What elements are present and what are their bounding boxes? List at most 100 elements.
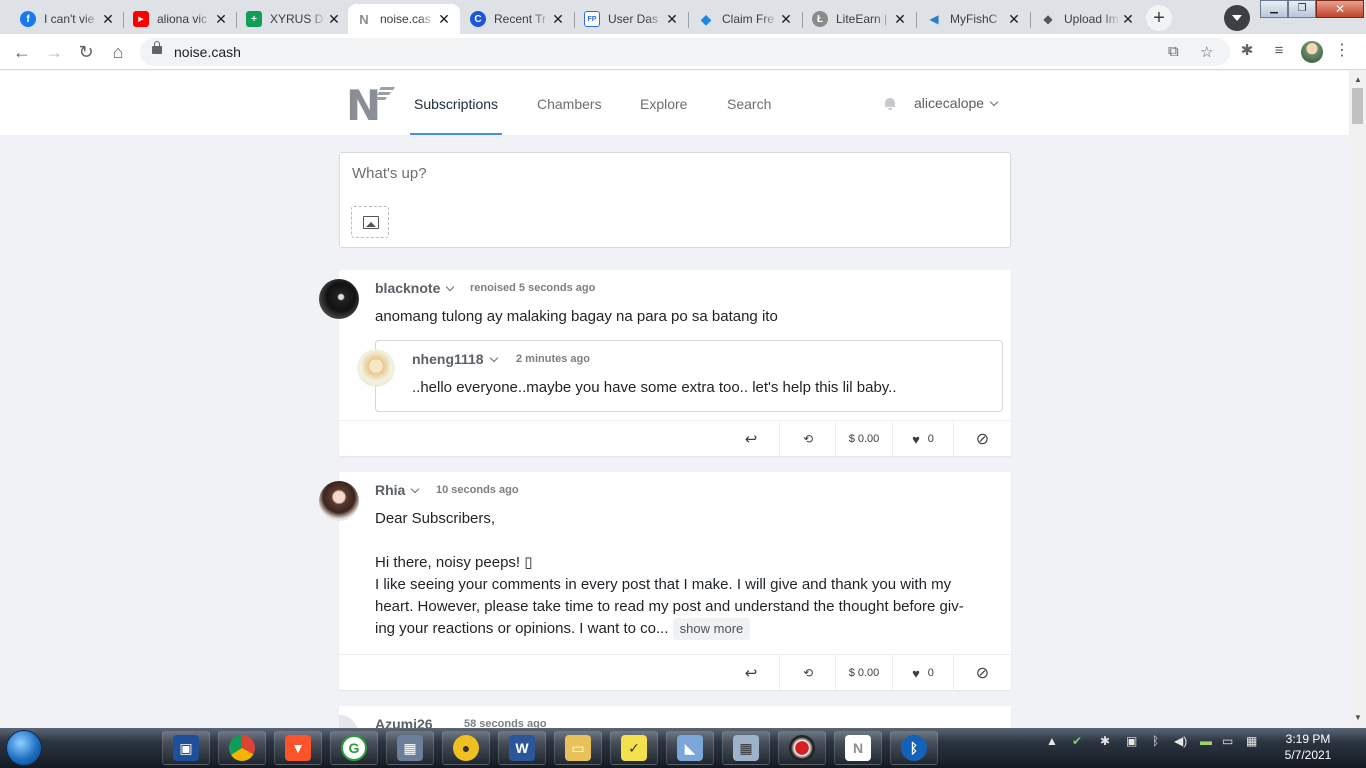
bluetooth-tray-icon[interactable]: ᛒ (1152, 734, 1159, 748)
notification-bell-icon[interactable] (884, 98, 896, 110)
taskbar-app-icon[interactable]: ▦ (386, 731, 434, 765)
close-tab-icon[interactable]: ✕ (550, 11, 566, 28)
noise-cash-logo[interactable]: N (346, 79, 396, 130)
browser-tab[interactable]: ◀ MyFishC ✕ (918, 4, 1030, 34)
scroll-up-icon[interactable]: ▲ (1354, 75, 1362, 84)
renoise-icon[interactable]: ⟲ (780, 655, 836, 691)
post-timestamp[interactable]: renoised 5 seconds ago (470, 282, 595, 294)
browser-tab[interactable]: FP User Das ✕ (576, 4, 688, 34)
close-tab-icon[interactable]: ✕ (1120, 11, 1136, 28)
tip-button[interactable]: $ 0.00 (836, 655, 892, 691)
composer-placeholder[interactable]: What's up? (352, 165, 427, 182)
nav-search[interactable]: Search (727, 96, 771, 112)
close-tab-icon[interactable]: ✕ (1006, 11, 1022, 28)
post-author[interactable]: blacknote (375, 280, 455, 296)
close-tab-icon[interactable]: ✕ (436, 11, 452, 28)
close-tab-icon[interactable]: ✕ (778, 11, 794, 28)
post-timestamp[interactable]: 58 seconds ago (464, 718, 547, 728)
new-tab-button[interactable]: + (1146, 5, 1172, 31)
close-tab-icon[interactable]: ✕ (664, 11, 680, 28)
start-button[interactable] (6, 730, 42, 766)
tip-button[interactable]: $ 0.00 (836, 421, 892, 457)
browser-tab[interactable]: C Recent Tr ✕ (462, 4, 574, 34)
close-tab-icon[interactable]: ✕ (213, 11, 229, 28)
taskbar-app-icon[interactable]: W (498, 731, 546, 765)
reply-icon[interactable]: ↩ (723, 421, 779, 457)
action-center-icon[interactable]: ▭ (1222, 734, 1233, 748)
quoted-post[interactable]: nheng1118 2 minutes ago ..hello everyone… (357, 340, 1003, 412)
lock-icon[interactable] (152, 41, 162, 54)
forward-button[interactable]: → (42, 40, 66, 64)
browser-tab-active[interactable]: N noise.cas ✕ (348, 4, 460, 34)
taskbar-app-icon[interactable]: ▦ (722, 731, 770, 765)
show-hidden-icons[interactable]: ▲ (1046, 734, 1058, 748)
scroll-thumb[interactable] (1352, 88, 1363, 124)
security-shield-icon[interactable]: ✔ (1072, 734, 1082, 748)
avatar[interactable] (319, 279, 359, 319)
page-scrollbar[interactable]: ▲ ▼ (1349, 71, 1366, 728)
show-more-button[interactable]: show more (672, 618, 751, 640)
like-button[interactable]: ♥ 0 (893, 421, 953, 457)
browser-tab[interactable]: f I can't vie ✕ (12, 4, 124, 34)
open-in-app-icon[interactable]: ⧉ (1168, 43, 1179, 60)
close-tab-icon[interactable]: ✕ (326, 11, 342, 28)
omnibox[interactable]: noise.cash ⧉ ☆ (140, 38, 1230, 66)
chevron-down-icon[interactable] (411, 484, 420, 494)
block-icon[interactable]: ⊘ (954, 421, 1011, 457)
browser-tab[interactable]: ▶ aliona vic ✕ (125, 4, 237, 34)
tools-icon[interactable]: ✱ (1100, 734, 1110, 748)
minimize-button[interactable]: ▁ (1260, 0, 1288, 18)
quoted-timestamp[interactable]: 2 minutes ago (516, 353, 590, 365)
volume-icon[interactable]: ◀) (1174, 734, 1187, 748)
battery-icon[interactable]: ▬ (1200, 734, 1212, 748)
post-author[interactable]: Azumi26 (375, 716, 433, 728)
avatar[interactable] (357, 349, 395, 387)
chevron-down-icon[interactable] (446, 282, 455, 292)
user-menu[interactable]: alicecalope (914, 95, 999, 111)
post-composer[interactable]: What's up? (339, 152, 1011, 248)
add-image-button[interactable] (351, 206, 389, 238)
like-button[interactable]: ♥ 0 (893, 655, 953, 691)
reply-icon[interactable]: ↩ (723, 655, 779, 691)
display-icon[interactable]: ▣ (1126, 734, 1137, 748)
taskbar-app-icon[interactable]: ▭ (554, 731, 602, 765)
taskbar-app-icon[interactable]: ▣ (162, 731, 210, 765)
browser-tab[interactable]: + XYRUS D ✕ (238, 4, 350, 34)
taskbar-app-icon[interactable]: ● (442, 731, 490, 765)
taskbar-app-icon[interactable]: ▼ (274, 731, 322, 765)
back-button[interactable]: ← (10, 40, 34, 64)
taskbar-app-icon[interactable]: G (330, 731, 378, 765)
taskbar-app-icon[interactable]: N (834, 731, 882, 765)
close-window-button[interactable]: ✕ (1316, 0, 1364, 18)
quoted-author[interactable]: nheng1118 (412, 351, 498, 367)
close-tab-icon[interactable]: ✕ (892, 11, 908, 28)
post-timestamp[interactable]: 10 seconds ago (436, 484, 519, 496)
browser-tab[interactable]: Ł LiteEarn | ✕ (804, 4, 916, 34)
browser-tab[interactable]: ◆ Upload Im ✕ (1032, 4, 1144, 34)
network-status-icon[interactable]: ▦ (1246, 734, 1257, 748)
nav-chambers[interactable]: Chambers (537, 96, 602, 112)
block-icon[interactable]: ⊘ (954, 655, 1011, 691)
scroll-down-icon[interactable]: ▼ (1354, 713, 1362, 722)
avatar[interactable] (319, 481, 359, 521)
taskbar-app-icon[interactable]: ✓ (610, 731, 658, 765)
nav-subscriptions[interactable]: Subscriptions (414, 96, 498, 112)
browser-menu-icon[interactable]: ⋮ (1334, 40, 1350, 62)
taskbar-app-icon[interactable]: ᛒ (890, 731, 938, 765)
browser-tab[interactable]: ◆ Claim Fre ✕ (690, 4, 802, 34)
nav-explore[interactable]: Explore (640, 96, 687, 112)
bookmark-star-icon[interactable]: ☆ (1200, 43, 1213, 61)
post-author[interactable]: Rhia (375, 482, 420, 498)
taskbar-app-icon[interactable]: ◣ (666, 731, 714, 765)
renoise-icon[interactable]: ⟲ (780, 421, 836, 457)
home-icon[interactable]: ⌂ (106, 40, 130, 64)
system-clock[interactable]: 3:19 PM 5/7/2021 (1278, 731, 1338, 763)
maximize-button[interactable]: ❐ (1288, 0, 1316, 18)
profile-avatar[interactable] (1301, 41, 1323, 63)
tab-search-button[interactable] (1224, 5, 1250, 31)
reading-list-icon[interactable]: ≡ (1268, 40, 1290, 62)
taskbar-app-icon[interactable] (778, 731, 826, 765)
extensions-puzzle-icon[interactable]: ✱ (1236, 40, 1258, 62)
avatar[interactable] (339, 715, 359, 728)
close-tab-icon[interactable]: ✕ (100, 11, 116, 28)
